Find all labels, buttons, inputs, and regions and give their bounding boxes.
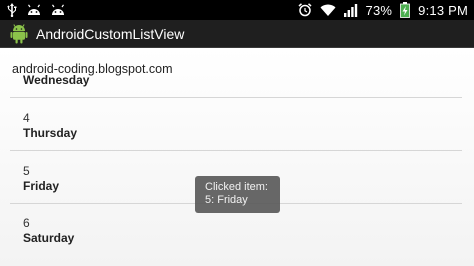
list-view[interactable]: android-coding.blogspot.com Wednesday 4 … [0,48,474,266]
android-face-icon [26,2,42,18]
list-item[interactable]: 6 Saturday [0,204,474,266]
wifi-icon [320,2,336,18]
item-day: Friday [23,179,60,193]
clock-time-suffix: PM [448,2,468,18]
app-title: AndroidCustomListView [36,25,185,42]
status-bar-right: 73% 9:13 PM [298,2,468,18]
item-number: 6 [23,216,30,230]
list-item[interactable]: Wednesday [0,48,474,97]
battery-percent: 73% [365,2,393,18]
list-item[interactable]: 4 Thursday [0,98,474,150]
signal-icon [343,2,358,18]
battery-charging-icon [400,2,411,18]
toast-line-1: Clicked item: [205,181,268,193]
android-face-icon [50,2,66,18]
toast-message: Clicked item: 5: Friday [195,176,280,213]
clock-time-value: 9:13 [418,2,445,18]
action-bar: AndroidCustomListView [0,20,474,48]
toast-line-2: 5: Friday [205,194,248,206]
status-bar-left [6,2,66,18]
clock-time: 9:13 PM [418,3,468,18]
item-number: 5 [23,164,30,178]
status-bar: 73% 9:13 PM [0,0,474,20]
item-day: Wednesday [23,73,90,87]
android-robot-icon[interactable] [10,23,28,43]
usb-icon [6,2,18,18]
item-number: 4 [23,111,30,125]
item-day: Thursday [23,126,78,140]
item-day: Saturday [23,231,75,245]
screen: 73% 9:13 PM AndroidCustomListView androi… [0,0,474,266]
alarm-icon [298,2,312,18]
